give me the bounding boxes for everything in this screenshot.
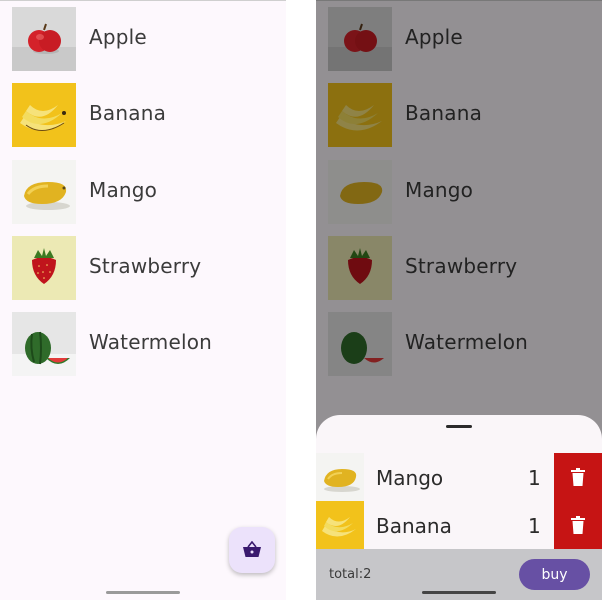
buy-button[interactable]: buy bbox=[519, 559, 590, 590]
delete-item-button[interactable] bbox=[554, 501, 602, 549]
shopping-basket-icon bbox=[243, 541, 261, 557]
fruit-item-mango[interactable]: Mango bbox=[0, 160, 286, 224]
fruit-item-banana[interactable]: Banana bbox=[0, 83, 286, 147]
total-label: total:2 bbox=[329, 567, 372, 582]
trash-icon bbox=[571, 468, 585, 486]
fruit-name: Banana bbox=[89, 101, 167, 125]
gesture-nav-handle bbox=[422, 591, 496, 594]
trash-icon bbox=[571, 516, 585, 534]
status-divider bbox=[0, 0, 286, 1]
cart-item-name: Banana bbox=[376, 514, 452, 538]
cart-item-qty: 1 bbox=[528, 514, 541, 538]
cart-bottom-sheet: Mango 1 Banana 1 total:2 buy bbox=[316, 415, 602, 600]
fruit-list-screen: Apple Banana Mango Strawberry Watermelon bbox=[0, 0, 286, 600]
strawberry-image bbox=[12, 236, 76, 300]
fruit-item-strawberry[interactable]: Strawberry bbox=[0, 236, 286, 300]
mango-image bbox=[12, 160, 76, 224]
cart-item-qty: 1 bbox=[528, 466, 541, 490]
mango-image bbox=[316, 453, 364, 501]
cart-item-mango: Mango 1 bbox=[316, 453, 602, 501]
sheet-drag-handle[interactable] bbox=[446, 425, 472, 428]
cart-item-banana: Banana 1 bbox=[316, 501, 602, 549]
fruit-item-apple[interactable]: Apple bbox=[0, 7, 286, 71]
banana-image bbox=[316, 501, 364, 549]
banana-image bbox=[12, 83, 76, 147]
apple-image bbox=[12, 7, 76, 71]
cart-fab-button[interactable] bbox=[229, 527, 275, 573]
fruit-name: Apple bbox=[89, 25, 147, 49]
gesture-nav-handle bbox=[106, 591, 180, 594]
cart-item-name: Mango bbox=[376, 466, 444, 490]
fruit-item-watermelon[interactable]: Watermelon bbox=[0, 312, 286, 376]
fruit-name: Strawberry bbox=[89, 254, 202, 278]
cart-sheet-screen: Apple Banana Mango Strawberry Watermelon… bbox=[316, 0, 602, 600]
delete-item-button[interactable] bbox=[554, 453, 602, 501]
fruit-name: Watermelon bbox=[89, 330, 213, 354]
fruit-name: Mango bbox=[89, 178, 158, 202]
watermelon-image bbox=[12, 312, 76, 376]
